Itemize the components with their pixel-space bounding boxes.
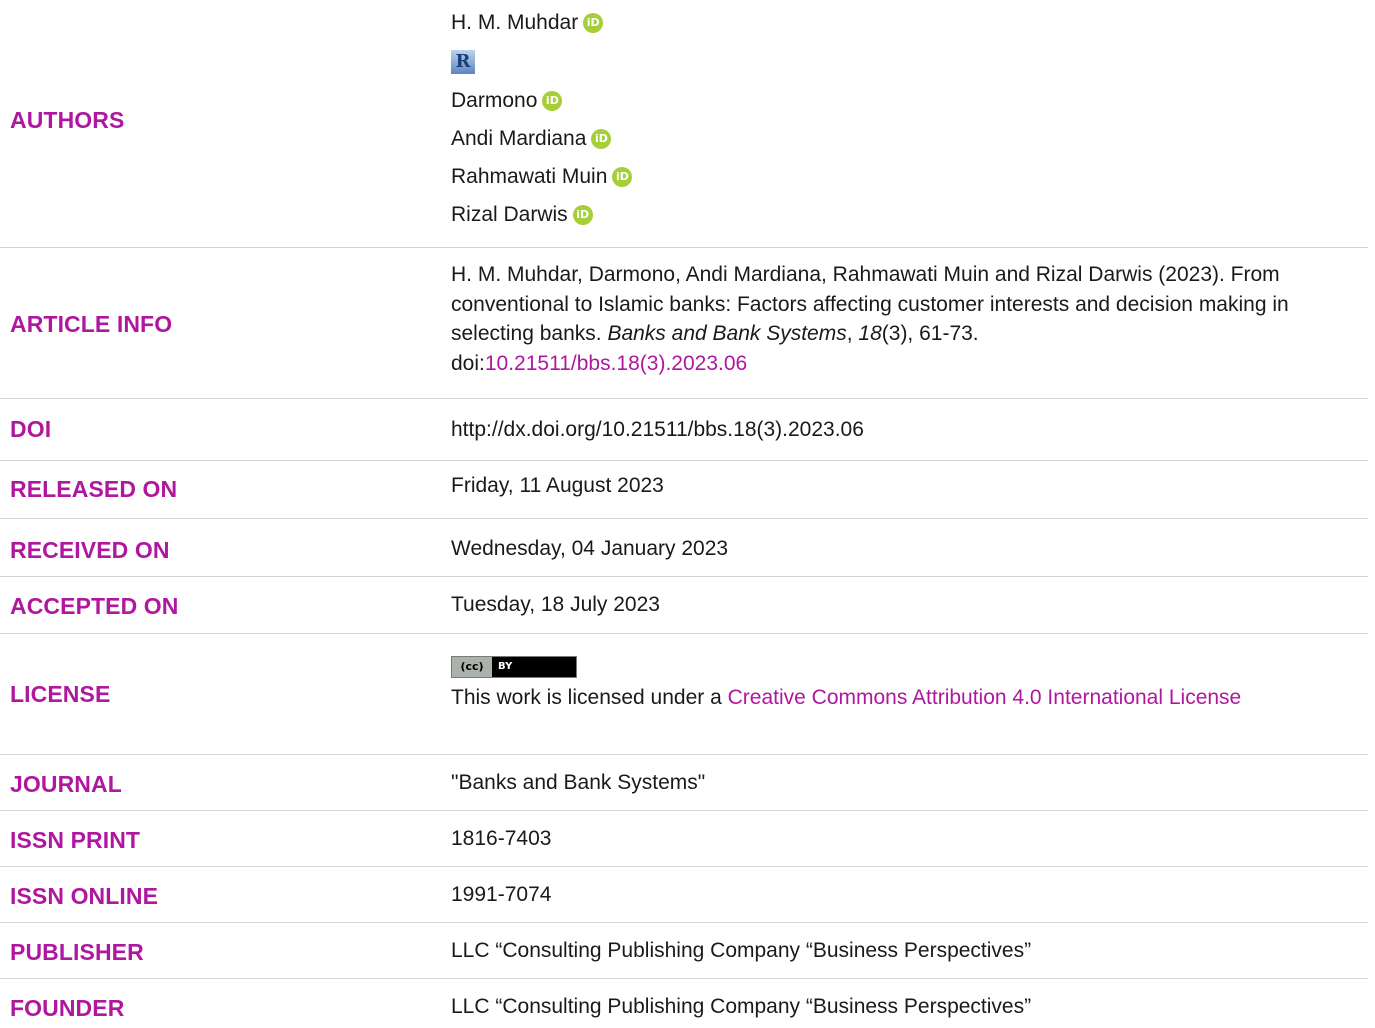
license-text-prefix: This work is licensed under a <box>451 685 728 709</box>
license-link[interactable]: Creative Commons Attribution 4.0 Interna… <box>728 686 1242 709</box>
author-item: Darmono iD <box>451 82 1351 120</box>
authors-list: H. M. Muhdar iD R Darmono iD Andi Mardia… <box>451 4 1351 234</box>
orcid-icon[interactable]: iD <box>542 91 563 111</box>
author-item: Rizal Darwis iD <box>451 196 1351 234</box>
author-item: Andi Mardiana iD <box>451 120 1351 158</box>
accepted-value: Tuesday, 18 July 2023 <box>451 593 660 616</box>
journal-value: "Banks and Bank Systems" <box>451 771 706 794</box>
received-value: Wednesday, 04 January 2023 <box>451 537 729 560</box>
researcherid-icon[interactable]: R <box>451 50 475 74</box>
row-issn-print: ISSN PRINT 1816-7403 <box>0 811 1368 867</box>
label-authors: AUTHORS <box>10 107 125 133</box>
author-name[interactable]: Rizal Darwis <box>451 200 568 230</box>
citation-comma: , <box>846 322 859 345</box>
author-item: H. M. Muhdar iD <box>451 4 1351 42</box>
row-issn-online: ISSN ONLINE 1991-7074 <box>0 867 1368 923</box>
row-doi: DOI http://dx.doi.org/10.21511/bbs.18(3)… <box>0 399 1368 461</box>
author-name[interactable]: Darmono <box>451 86 537 116</box>
row-founder: FOUNDER LLC “Consulting Publishing Compa… <box>0 979 1368 1028</box>
orcid-icon[interactable]: iD <box>583 13 604 33</box>
researcherid-row: R <box>451 42 1351 82</box>
label-released-on: RELEASED ON <box>10 476 178 502</box>
row-received-on: RECEIVED ON Wednesday, 04 January 2023 <box>0 519 1368 577</box>
row-released-on: RELEASED ON Friday, 11 August 2023 <box>0 461 1368 519</box>
label-publisher: PUBLISHER <box>10 939 144 965</box>
license-text: This work is licensed under a Creative C… <box>451 683 1331 713</box>
citation-issue-pages: (3), 61-73. <box>881 322 979 345</box>
row-authors: AUTHORS H. M. Muhdar iD R Darmono iD And… <box>0 0 1368 248</box>
author-name[interactable]: Andi Mardiana <box>451 124 586 154</box>
row-license: LICENSE (cc) BY This work is licensed un… <box>0 634 1368 755</box>
citation-journal: Banks and Bank Systems <box>607 322 847 345</box>
publisher-value: LLC “Consulting Publishing Company “Busi… <box>451 939 1032 962</box>
label-issn-print: ISSN PRINT <box>10 827 141 853</box>
author-item: Rahmawati Muin iD <box>451 158 1351 196</box>
label-issn-online: ISSN ONLINE <box>10 883 159 909</box>
label-article-info: ARTICLE INFO <box>10 311 173 337</box>
row-journal: JOURNAL "Banks and Bank Systems" <box>0 755 1368 811</box>
row-publisher: PUBLISHER LLC “Consulting Publishing Com… <box>0 923 1368 979</box>
founder-value: LLC “Consulting Publishing Company “Busi… <box>451 995 1032 1018</box>
orcid-icon[interactable]: iD <box>591 129 612 149</box>
label-journal: JOURNAL <box>10 771 122 797</box>
row-article-info: ARTICLE INFO H. M. Muhdar, Darmono, Andi… <box>0 248 1368 399</box>
article-metadata-table: AUTHORS H. M. Muhdar iD R Darmono iD And… <box>0 0 1375 1028</box>
released-value: Friday, 11 August 2023 <box>451 474 664 497</box>
issn-print-value: 1816-7403 <box>451 827 552 850</box>
label-founder: FOUNDER <box>10 995 125 1021</box>
author-name[interactable]: H. M. Muhdar <box>451 8 578 38</box>
doi-value[interactable]: http://dx.doi.org/10.21511/bbs.18(3).202… <box>451 415 1351 445</box>
citation-volume: 18 <box>858 322 882 345</box>
label-accepted-on: ACCEPTED ON <box>10 593 179 619</box>
license-content: (cc) BY This work is licensed under a Cr… <box>451 649 1331 712</box>
issn-online-value: 1991-7074 <box>451 883 552 906</box>
row-accepted-on: ACCEPTED ON Tuesday, 18 July 2023 <box>0 577 1368 634</box>
orcid-icon[interactable]: iD <box>612 167 633 187</box>
cc-icon: (cc) <box>452 656 492 677</box>
citation-text: H. M. Muhdar, Darmono, Andi Mardiana, Ra… <box>451 260 1331 378</box>
by-icon: BY <box>498 661 513 672</box>
label-received-on: RECEIVED ON <box>10 537 170 563</box>
label-doi: DOI <box>10 416 52 442</box>
author-name[interactable]: Rahmawati Muin <box>451 162 607 192</box>
orcid-icon[interactable]: iD <box>572 205 593 225</box>
citation-doi-link[interactable]: 10.21511/bbs.18(3).2023.06 <box>485 352 747 375</box>
cc-by-badge[interactable]: (cc) BY <box>451 655 577 678</box>
label-license: LICENSE <box>10 681 111 707</box>
citation-doi-prefix: doi: <box>451 351 485 375</box>
